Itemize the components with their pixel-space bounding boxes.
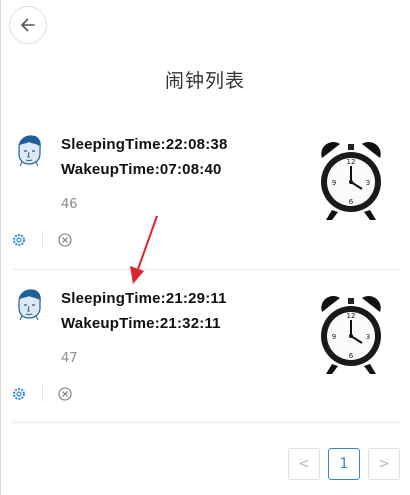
pagination-next-button[interactable]: > [368,448,400,480]
pagination-page-button[interactable]: 1 [328,448,360,480]
svg-text:12: 12 [347,312,356,320]
alarm-clock-icon: 12 3 6 9 [321,141,381,220]
wakeup-time: WakeupTime:07:08:40 [61,161,222,178]
action-divider [42,230,43,248]
alarm-card: SleepingTime:22:08:38 WakeupTime:07:08:4… [0,118,410,268]
action-divider [42,384,43,402]
svg-text:9: 9 [332,179,336,187]
divider [13,269,399,270]
svg-text:3: 3 [366,333,370,341]
svg-text:6: 6 [349,352,354,360]
divider [13,422,399,423]
svg-text:12: 12 [347,158,356,166]
alarm-id: 47 [61,351,78,366]
alarm-card: SleepingTime:21:29:11 WakeupTime:21:32:1… [0,272,410,422]
svg-text:3: 3 [366,179,370,187]
arrow-left-icon [21,18,35,32]
back-button[interactable] [9,6,47,44]
sleeping-time: SleepingTime:21:29:11 [61,290,227,307]
alarm-id: 46 [61,197,78,212]
svg-text:6: 6 [349,198,354,206]
close-circle-icon[interactable] [58,387,72,401]
svg-text:9: 9 [332,333,336,341]
gear-icon[interactable] [12,387,26,401]
annotation-arrow-icon [130,215,158,284]
sleeping-time: SleepingTime:22:08:38 [61,136,228,153]
close-circle-icon[interactable] [58,233,72,247]
page-title: 闹钟列表 [164,70,245,92]
alarm-clock-icon: 12 3 6 9 [321,295,381,374]
avatar-icon [14,288,44,320]
gear-icon[interactable] [12,233,26,247]
wakeup-time: WakeupTime:21:32:11 [61,315,221,332]
avatar-icon [14,134,44,166]
pagination-prev-button[interactable]: < [288,448,320,480]
